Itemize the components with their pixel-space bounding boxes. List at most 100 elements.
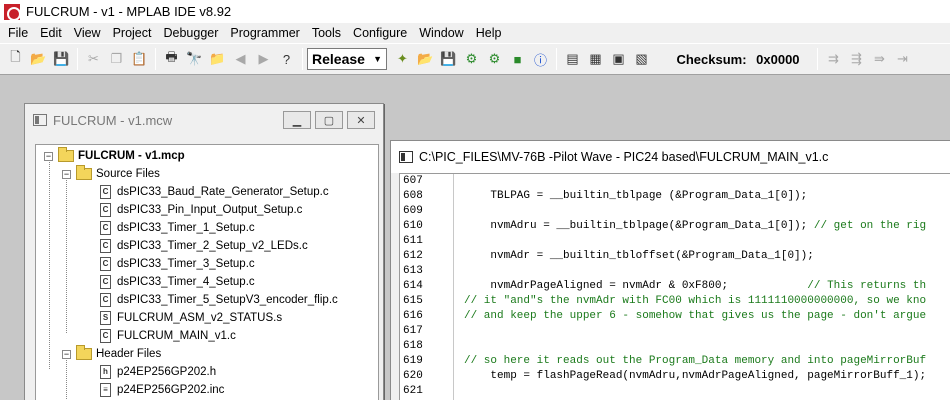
memory-icon[interactable]: ▦ — [584, 48, 607, 70]
close-button[interactable]: ✕ — [347, 111, 375, 129]
help-icon[interactable]: ? — [275, 48, 298, 70]
debug-halt-icon[interactable]: ⇶ — [845, 48, 868, 70]
toolbar-separator — [302, 48, 303, 70]
c-file-icon: C — [100, 329, 111, 343]
line-number: 618 — [403, 340, 423, 352]
rebuild-icon[interactable]: ⚙ — [483, 48, 506, 70]
menu-window[interactable]: Window — [413, 23, 469, 43]
checksum-value: 0x0000 — [756, 51, 800, 67]
copy-icon[interactable]: ❐ — [105, 48, 128, 70]
debug-reset-icon[interactable]: ⇥ — [891, 48, 914, 70]
c-file-icon: C — [100, 293, 111, 307]
find-in-files-icon[interactable]: 📁 — [206, 48, 229, 70]
list-item[interactable]: CdsPIC33_Pin_Input_Output_Setup.c — [100, 201, 302, 219]
toolbar: 🗋 📂 💾 ✂ ❐ 📋 🖶 🔭 📁 ◀ ▶ ? Release ▼ ✦ 📂 💾 … — [0, 43, 950, 75]
debug-run-icon[interactable]: ⇉ — [822, 48, 845, 70]
paste-icon[interactable]: 📋 — [128, 48, 151, 70]
menu-project[interactable]: Project — [107, 23, 158, 43]
code-line: 614 nvmAdrPageAligned = nvmAdr & 0xF800;… — [400, 279, 950, 294]
code-statement: temp = flashPageRead(nvmAdru,nvmAdrPageA… — [464, 370, 927, 382]
project-window-titlebar[interactable]: FULCRUM - v1.mcw ▁ ▢ ✕ — [25, 104, 383, 136]
print-icon[interactable]: 🖶 — [160, 48, 183, 70]
save-icon[interactable]: 💾 — [50, 48, 73, 70]
code-comment: // it "and"s the nvmAdr with FC00 which … — [464, 295, 927, 307]
menu-configure[interactable]: Configure — [347, 23, 413, 43]
checksum-display: Checksum: 0x0000 — [663, 52, 813, 67]
tree-header-files[interactable]: − Header Files — [62, 345, 161, 363]
code-line: 609 — [400, 204, 950, 219]
line-number: 609 — [403, 205, 423, 217]
code-comment: // so here it reads out the Program_Data… — [464, 355, 927, 367]
h-file-icon: h — [100, 365, 111, 379]
line-number: 617 — [403, 325, 423, 337]
code-statement: nvmAdr = __builtin_tbloffset(&Program_Da… — [464, 250, 814, 262]
tree-root[interactable]: − FULCRUM - v1.mcp — [44, 147, 185, 165]
line-number: 608 — [403, 190, 423, 202]
find-icon[interactable]: 🔭 — [183, 48, 206, 70]
collapse-icon[interactable]: − — [44, 151, 53, 161]
code-line: 615 // it "and"s the nvmAdr with FC00 whi… — [400, 294, 950, 309]
line-number: 620 — [403, 370, 423, 382]
code-line: 619 // so here it reads out the Program_D… — [400, 354, 950, 369]
back-icon[interactable]: ◀ — [229, 48, 252, 70]
list-item[interactable]: CdsPIC33_Timer_4_Setup.c — [100, 273, 255, 291]
code-area[interactable]: 607 608 TBLPAG = __builtin_tblpage (&Prog… — [399, 173, 950, 400]
line-number: 613 — [403, 265, 423, 277]
debug-step-icon[interactable]: ⇛ — [868, 48, 891, 70]
line-number: 619 — [403, 355, 423, 367]
open-folder-icon[interactable]: 📂 — [27, 48, 50, 70]
menu-file[interactable]: File — [2, 23, 34, 43]
list-item[interactable]: C FULCRUM_MAIN_v1.c — [100, 327, 236, 345]
watch-icon[interactable]: ▣ — [607, 48, 630, 70]
list-item[interactable]: ≡ p24EP256GP202.inc — [100, 381, 224, 399]
c-file-icon: C — [100, 185, 111, 199]
list-item[interactable]: CdsPIC33_Baud_Rate_Generator_Setup.c — [100, 183, 329, 201]
list-item[interactable]: CdsPIC33_Timer_5_SetupV3_encoder_flip.c — [100, 291, 338, 309]
program-icon[interactable]: ▧ — [630, 48, 653, 70]
project-window-title: FULCRUM - v1.mcw — [53, 112, 173, 128]
c-file-icon: C — [100, 239, 111, 253]
maximize-button[interactable]: ▢ — [315, 111, 343, 129]
open-project-icon[interactable]: 📂 — [414, 48, 437, 70]
line-number: 614 — [403, 280, 423, 292]
code-line: 612 nvmAdr = __builtin_tbloffset(&Progra… — [400, 249, 950, 264]
collapse-icon[interactable]: − — [62, 349, 71, 359]
menu-view[interactable]: View — [68, 23, 107, 43]
c-file-icon: C — [100, 221, 111, 235]
code-text: // so here it reads out the Program_Data… — [464, 354, 926, 369]
list-item[interactable]: h p24EP256GP202.h — [100, 363, 216, 381]
project-window: FULCRUM - v1.mcw ▁ ▢ ✕ − FULCRUM - v1.mc… — [24, 103, 384, 400]
menu-programmer[interactable]: Programmer — [224, 23, 305, 43]
build-icon[interactable]: ⚙ — [460, 48, 483, 70]
info-icon[interactable]: ⓘ — [529, 48, 552, 70]
list-item[interactable]: CdsPIC33_Timer_1_Setup.c — [100, 219, 255, 237]
menu-debugger[interactable]: Debugger — [157, 23, 224, 43]
menu-tools[interactable]: Tools — [306, 23, 347, 43]
build-config-select[interactable]: Release ▼ — [307, 48, 387, 70]
cut-icon[interactable]: ✂ — [82, 48, 105, 70]
make-icon[interactable]: ■ — [506, 48, 529, 70]
stack-icon[interactable]: ▤ — [561, 48, 584, 70]
tree-source-files[interactable]: − Source Files — [62, 165, 160, 183]
code-text: nvmAdrPageAligned = nvmAdr & 0xF800; // … — [464, 279, 926, 294]
menu-bar: File Edit View Project Debugger Programm… — [0, 23, 950, 43]
new-project-icon[interactable]: ✦ — [391, 48, 414, 70]
line-number: 611 — [403, 235, 423, 247]
code-comment: // and keep the upper 6 - somehow that g… — [464, 310, 927, 322]
save-project-icon[interactable]: 💾 — [437, 48, 460, 70]
window-icon — [399, 151, 413, 163]
toolbar-separator — [77, 48, 78, 70]
minimize-button[interactable]: ▁ — [283, 111, 311, 129]
forward-icon[interactable]: ▶ — [252, 48, 275, 70]
code-window-titlebar[interactable]: C:\PIC_FILES\MV-76B -Pilot Wave - PIC24 … — [391, 141, 950, 173]
new-file-icon[interactable]: 🗋 — [4, 48, 27, 70]
collapse-icon[interactable]: − — [62, 169, 71, 179]
menu-help[interactable]: Help — [470, 23, 508, 43]
inc-file-icon: ≡ — [100, 383, 111, 397]
line-number: 612 — [403, 250, 423, 262]
menu-edit[interactable]: Edit — [34, 23, 68, 43]
list-item[interactable]: CdsPIC33_Timer_2_Setup_v2_LEDs.c — [100, 237, 308, 255]
line-number: 610 — [403, 220, 423, 232]
list-item[interactable]: S FULCRUM_ASM_v2_STATUS.s — [100, 309, 282, 327]
list-item[interactable]: CdsPIC33_Timer_3_Setup.c — [100, 255, 255, 273]
